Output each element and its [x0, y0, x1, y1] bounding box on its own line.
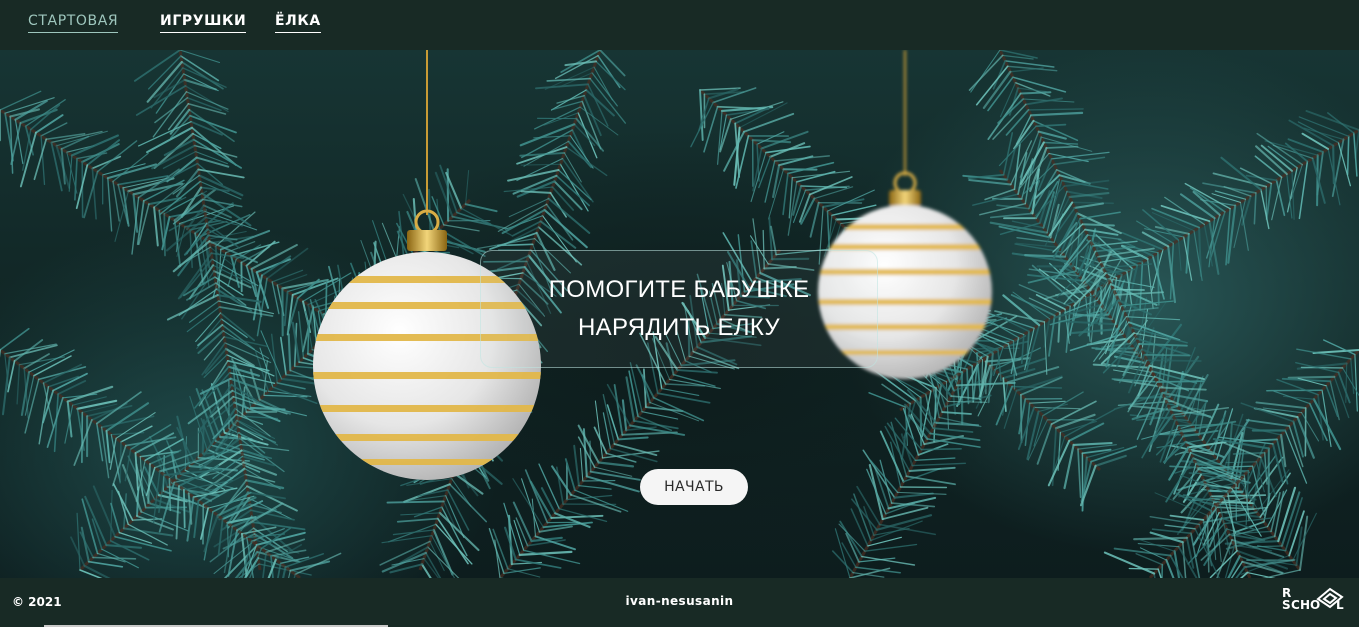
top-nav: СТАРТОВАЯ ИГРУШКИ ЁЛКА	[0, 0, 1359, 50]
logo-letter-s: S	[1282, 598, 1291, 612]
nav-link-home[interactable]: СТАРТОВАЯ	[28, 13, 119, 33]
logo-letter-c: C	[1291, 598, 1300, 612]
author-github-link[interactable]: ivan-nesusanin	[626, 594, 734, 608]
rs-school-logo-icon[interactable]: R S C H O L	[1280, 585, 1348, 621]
author-github-link-wrapper: ivan-nesusanin	[0, 594, 1359, 608]
hero-message-panel: ПОМОГИТЕ БАБУШКЕ НАРЯДИТЬ ЕЛКУ	[480, 250, 878, 368]
hero-title-line-2: НАРЯДИТЬ ЕЛКУ	[578, 314, 780, 341]
logo-letter-h: H	[1300, 598, 1311, 612]
footer: © 2021 ivan-nesusanin R S C H O L	[0, 578, 1359, 627]
nav-link-tree[interactable]: ЁЛКА	[275, 13, 321, 33]
start-button[interactable]: НАЧАТЬ	[640, 469, 748, 505]
hero-section: ПОМОГИТЕ БАБУШКЕ НАРЯДИТЬ ЕЛКУ НАЧАТЬ	[0, 50, 1359, 578]
nav-link-toys[interactable]: ИГРУШКИ	[160, 13, 247, 33]
logo-mark-icon	[1316, 587, 1344, 609]
hero-title-line-1: ПОМОГИТЕ БАБУШКЕ	[548, 276, 810, 303]
